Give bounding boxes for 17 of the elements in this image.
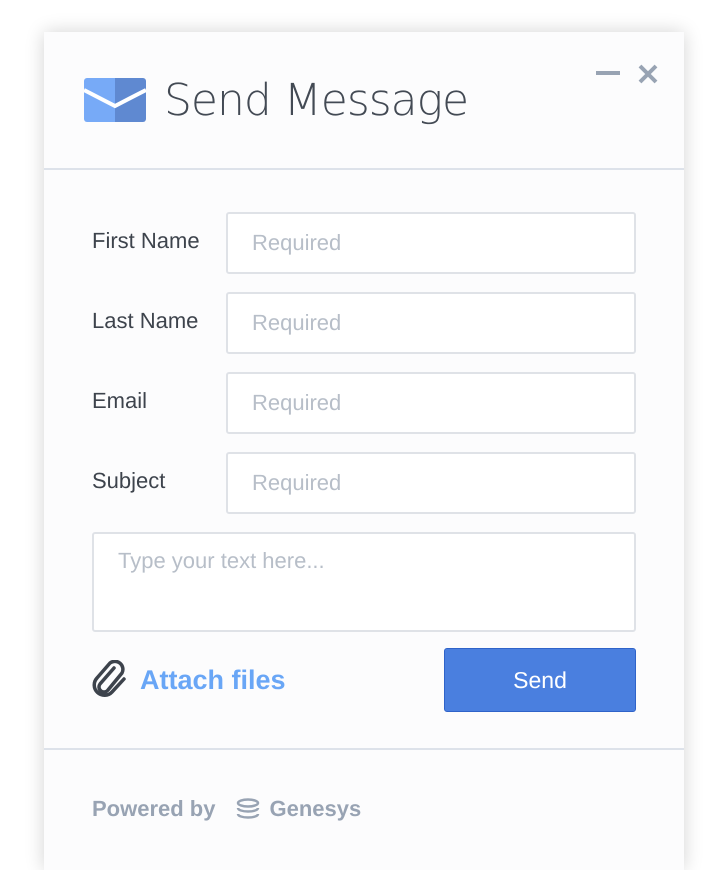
stacked-discs-icon (235, 798, 262, 820)
window-title: Send Message (164, 74, 468, 126)
input-field[interactable]: Required (226, 292, 636, 354)
close-button[interactable] (636, 62, 660, 86)
field-label: Email (92, 388, 148, 414)
brand-name: Genesys (269, 796, 362, 822)
field-label: First Name (92, 228, 201, 254)
field-label: Subject (92, 468, 166, 494)
field-label: Last Name (92, 308, 200, 334)
input-field[interactable]: Required (226, 212, 636, 274)
input-field[interactable]: Required (226, 452, 636, 514)
powered-by-text: Powered by (92, 796, 216, 822)
attach-files-link[interactable]: Attach files (140, 664, 286, 696)
input-field[interactable]: Required (226, 372, 636, 434)
send-button[interactable]: Send (444, 648, 636, 712)
envelope-icon (84, 78, 146, 122)
message-field[interactable]: Type your text here... (92, 532, 636, 632)
